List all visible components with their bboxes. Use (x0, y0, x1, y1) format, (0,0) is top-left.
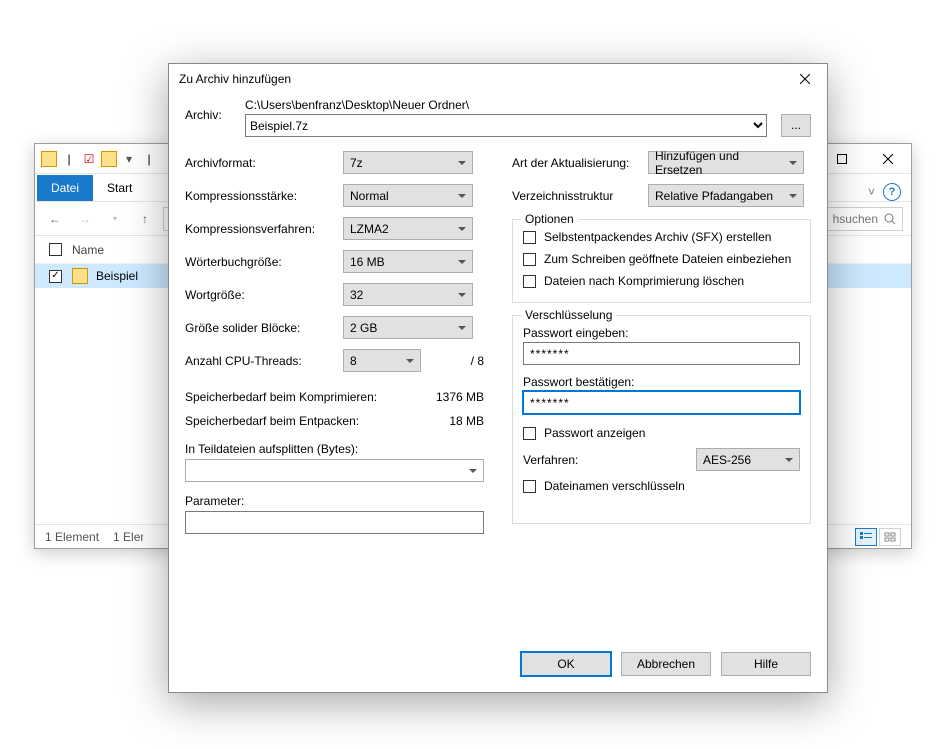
status-selected: 1 Element ausgewählt (113, 530, 143, 544)
param-label: Parameter: (185, 494, 484, 508)
close-icon (800, 74, 810, 84)
shared-checkbox[interactable] (523, 253, 536, 266)
threads-select[interactable]: 8 (343, 349, 421, 372)
cancel-button[interactable]: Abbrechen (621, 652, 711, 676)
format-label: Archivformat: (185, 156, 343, 170)
mem-decompress-label: Speicherbedarf beim Entpacken: (185, 414, 359, 428)
file-name: Beispiel (96, 269, 138, 283)
level-select[interactable]: Normal (343, 184, 473, 207)
threads-value: 8 (350, 354, 357, 368)
folder-icon (72, 268, 88, 284)
browse-button[interactable]: ... (781, 114, 811, 137)
sfx-label: Selbstentpackendes Archiv (SFX) erstelle… (544, 230, 771, 244)
encrypt-names-label: Dateinamen verschlüsseln (544, 479, 685, 493)
show-password-checkbox[interactable] (523, 427, 536, 440)
recent-dropdown[interactable]: ▾ (103, 207, 127, 231)
enc-method-value: AES-256 (703, 453, 751, 467)
tab-start[interactable]: Start (93, 175, 146, 201)
path-value: Relative Pfadangaben (655, 189, 773, 203)
level-label: Kompressionsstärke: (185, 189, 343, 203)
column-name[interactable]: Name (72, 243, 104, 257)
chevron-down-icon[interactable]: ˅ (868, 185, 875, 199)
dialog-footer: OK Abbrechen Hilfe (169, 646, 827, 692)
update-label: Art der Aktualisierung: (512, 156, 648, 170)
word-label: Wortgröße: (185, 288, 343, 302)
update-select[interactable]: Hinzufügen und Ersetzen (648, 151, 804, 174)
checkmark-icon: ☑ (81, 151, 97, 167)
threads-total: / 8 (458, 354, 484, 368)
details-view-button[interactable] (855, 528, 877, 546)
ok-button[interactable]: OK (521, 652, 611, 676)
enc-method-label: Verfahren: (523, 453, 623, 467)
qat-separator: | (141, 151, 157, 167)
dict-select[interactable]: 16 MB (343, 250, 473, 273)
status-item-count: 1 Element (45, 530, 99, 544)
select-all-checkbox[interactable] (49, 243, 62, 256)
password-confirm-input[interactable] (523, 391, 800, 414)
show-password-label: Passwort anzeigen (544, 426, 645, 440)
level-value: Normal (350, 189, 389, 203)
path-select[interactable]: Relative Pfadangaben (648, 184, 804, 207)
help-button[interactable]: Hilfe (721, 652, 811, 676)
split-select[interactable] (185, 459, 484, 482)
dict-value: 16 MB (350, 255, 385, 269)
format-select[interactable]: 7z (343, 151, 473, 174)
format-value: 7z (350, 156, 363, 170)
close-button[interactable] (865, 144, 911, 174)
encryption-legend: Verschlüsselung (521, 308, 616, 322)
block-select[interactable]: 2 GB (343, 316, 473, 339)
word-select[interactable]: 32 (343, 283, 473, 306)
mem-compress-value: 1376 MB (436, 390, 484, 404)
password-confirm-label: Passwort bestätigen: (523, 375, 800, 389)
dialog-title: Zu Archiv hinzufügen (179, 72, 291, 86)
search-icon (884, 213, 896, 225)
search-placeholder: hsuchen (833, 212, 878, 226)
block-value: 2 GB (350, 321, 377, 335)
mem-decompress-value: 18 MB (449, 414, 484, 428)
large-icons-view-icon (884, 532, 896, 542)
dict-label: Wörterbuchgröße: (185, 255, 343, 269)
shared-label: Zum Schreiben geöffnete Dateien einbezie… (544, 252, 791, 266)
qat-separator: | (61, 151, 77, 167)
dropdown-icon[interactable]: ▾ (121, 151, 137, 167)
help-icon[interactable]: ? (883, 183, 901, 201)
archive-file-combo[interactable]: Beispiel.7z (245, 114, 767, 137)
encrypt-names-checkbox[interactable] (523, 480, 536, 493)
options-legend: Optionen (521, 212, 578, 226)
archive-label: Archiv: (185, 98, 231, 122)
delete-checkbox[interactable] (523, 275, 536, 288)
dialog-titlebar: Zu Archiv hinzufügen (169, 64, 827, 94)
up-button[interactable]: ↑ (133, 207, 157, 231)
encryption-group: Verschlüsselung Passwort eingeben: Passw… (512, 315, 811, 524)
block-label: Größe solider Blöcke: (185, 321, 343, 335)
folder-icon (41, 151, 57, 167)
param-input[interactable] (185, 511, 484, 534)
options-group: Optionen Selbstentpackendes Archiv (SFX)… (512, 219, 811, 303)
folder-icon (101, 151, 117, 167)
method-select[interactable]: LZMA2 (343, 217, 473, 240)
mem-compress-label: Speicherbedarf beim Komprimieren: (185, 390, 377, 404)
tab-file[interactable]: Datei (37, 175, 93, 201)
method-label: Kompressionsverfahren: (185, 222, 343, 236)
delete-label: Dateien nach Komprimierung löschen (544, 274, 744, 288)
threads-label: Anzahl CPU-Threads: (185, 354, 343, 368)
split-label: In Teildateien aufsplitten (Bytes): (185, 442, 484, 456)
row-checkbox[interactable] (49, 270, 62, 283)
large-icons-view-button[interactable] (879, 528, 901, 546)
archive-path: C:\Users\benfranz\Desktop\Neuer Ordner\ (245, 98, 767, 112)
add-to-archive-dialog: Zu Archiv hinzufügen Archiv: C:\Users\be… (168, 63, 828, 693)
update-value: Hinzufügen und Ersetzen (655, 149, 785, 177)
close-button[interactable] (782, 64, 827, 94)
path-label: Verzeichnisstruktur (512, 189, 648, 203)
details-view-icon (860, 532, 872, 542)
word-value: 32 (350, 288, 363, 302)
forward-button[interactable]: → (73, 207, 97, 231)
back-button[interactable]: ← (43, 207, 67, 231)
password-label: Passwort eingeben: (523, 326, 800, 340)
enc-method-select[interactable]: AES-256 (696, 448, 800, 471)
sfx-checkbox[interactable] (523, 231, 536, 244)
password-input[interactable] (523, 342, 800, 365)
method-value: LZMA2 (350, 222, 389, 236)
